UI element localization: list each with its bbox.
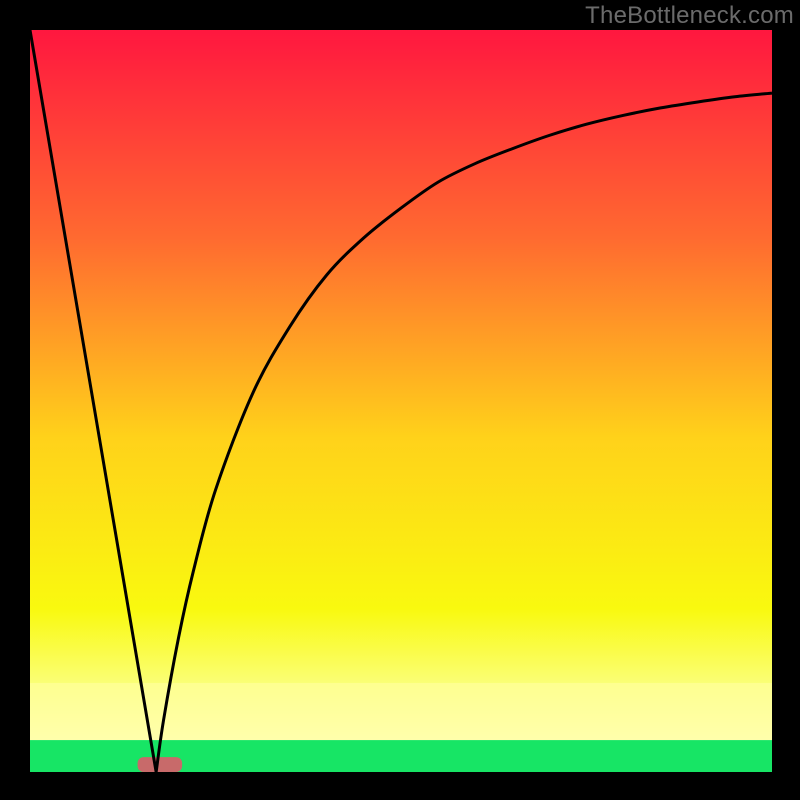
chart-svg [30, 30, 772, 772]
watermark-text: TheBottleneck.com [585, 2, 794, 30]
chart-frame: TheBottleneck.com [0, 0, 800, 800]
plot-area [30, 30, 772, 772]
optimal-marker [138, 757, 183, 772]
gradient-background [30, 30, 772, 772]
